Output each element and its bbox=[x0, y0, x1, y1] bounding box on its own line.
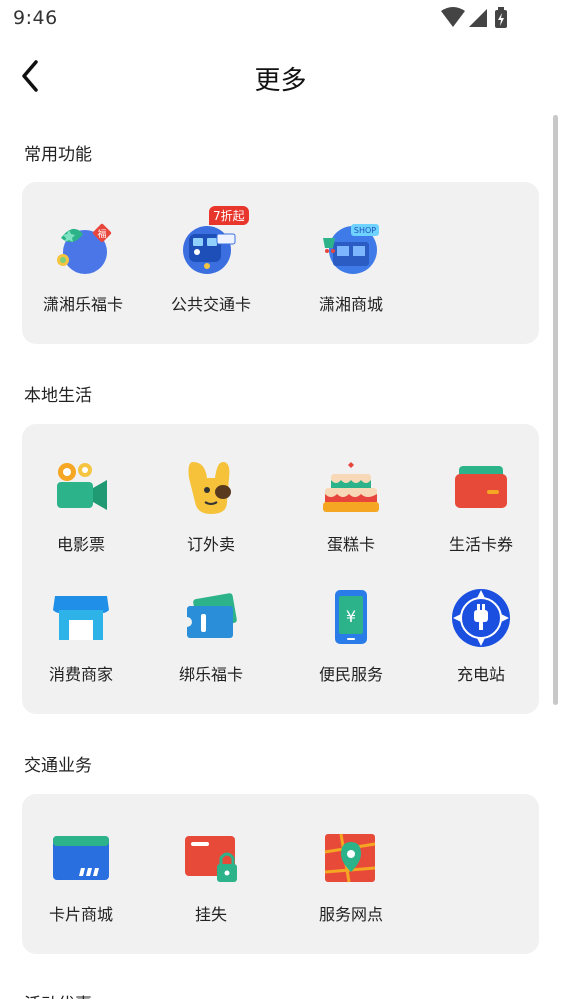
item-label: 便民服务 bbox=[318, 665, 383, 684]
svg-text:¥: ¥ bbox=[346, 607, 356, 626]
section-title-transit: 交通业务 bbox=[24, 756, 92, 776]
item-merchants[interactable]: 消费商家 bbox=[16, 588, 146, 685]
item-label: 潇湘乐福卡 bbox=[42, 295, 123, 314]
battery-icon bbox=[495, 7, 507, 28]
card-shop-icon bbox=[51, 828, 111, 888]
transit-card-icon: 7折起 bbox=[181, 206, 249, 278]
item-charging-station[interactable]: 充电站 bbox=[416, 588, 546, 685]
section-title-promotions: 活动优惠 bbox=[24, 990, 92, 999]
item-life-coupons[interactable]: 生活卡券 bbox=[416, 458, 546, 555]
status-icons bbox=[441, 7, 521, 31]
item-shop[interactable]: SHOP 潇湘商城 bbox=[286, 218, 416, 315]
section-title-common: 常用功能 bbox=[24, 145, 92, 165]
item-bind-lefu-card[interactable]: 绑乐福卡 bbox=[146, 588, 276, 685]
item-movie-ticket[interactable]: 电影票 bbox=[16, 458, 146, 555]
item-card-shop[interactable]: 卡片商城 bbox=[16, 828, 146, 925]
wallet-icon bbox=[451, 458, 511, 518]
section-card-local-life: 电影票 订外卖 蛋糕卡 生活卡券 消费商家 绑乐福卡 ¥ 便民服务 充电站 bbox=[22, 424, 539, 714]
item-label: 服务网点 bbox=[318, 905, 383, 924]
svg-text:SHOP: SHOP bbox=[354, 226, 376, 235]
cake-icon bbox=[321, 458, 381, 518]
svg-text:福: 福 bbox=[97, 228, 106, 240]
card-lock-icon bbox=[181, 828, 241, 888]
item-label: 潇湘商城 bbox=[318, 295, 383, 314]
wifi-icon bbox=[441, 7, 465, 27]
item-label: 绑乐福卡 bbox=[178, 665, 243, 684]
item-convenience-services[interactable]: ¥ 便民服务 bbox=[286, 588, 416, 685]
yuan-phone-icon: ¥ bbox=[321, 588, 381, 648]
item-cake-card[interactable]: 蛋糕卡 bbox=[286, 458, 416, 555]
section-card-transit: 卡片商城 挂失 服务网点 bbox=[22, 794, 539, 954]
item-service-outlets[interactable]: 服务网点 bbox=[286, 828, 416, 925]
item-label: 消费商家 bbox=[48, 665, 113, 684]
map-pin-icon bbox=[321, 828, 381, 888]
storefront-icon bbox=[51, 588, 111, 648]
item-label: 卡片商城 bbox=[48, 905, 113, 924]
item-report-loss[interactable]: 挂失 bbox=[146, 828, 276, 925]
item-label: 生活卡券 bbox=[448, 535, 513, 554]
status-time: 9:46 bbox=[13, 7, 58, 29]
item-takeout[interactable]: 订外卖 bbox=[146, 458, 276, 555]
discount-badge: 7折起 bbox=[209, 206, 249, 225]
section-title-local-life: 本地生活 bbox=[24, 386, 92, 406]
lefu-card-icon: 福 bbox=[53, 218, 113, 278]
header: 更多 bbox=[0, 40, 561, 115]
takeout-mascot-icon bbox=[181, 458, 241, 518]
shop-icon: SHOP bbox=[321, 218, 381, 278]
cellular-signal-icon bbox=[469, 9, 487, 27]
item-label: 电影票 bbox=[56, 535, 105, 554]
item-label: 订外卖 bbox=[186, 535, 235, 554]
bind-card-icon bbox=[181, 588, 241, 648]
item-label: 蛋糕卡 bbox=[326, 535, 375, 554]
page-title: 更多 bbox=[254, 66, 307, 96]
status-bar: 9:46 bbox=[0, 0, 561, 40]
section-card-common: 福 潇湘乐福卡 7折起 公共交通卡 SHOP 潇湘商城 bbox=[22, 182, 539, 344]
item-label: 充电站 bbox=[456, 665, 505, 684]
charging-plug-icon bbox=[451, 588, 511, 648]
item-transit-card[interactable]: 7折起 公共交通卡 bbox=[146, 206, 276, 315]
scrollbar[interactable] bbox=[553, 115, 558, 705]
item-label: 挂失 bbox=[194, 905, 227, 924]
movie-camera-icon bbox=[51, 458, 111, 518]
item-label: 公共交通卡 bbox=[170, 295, 251, 314]
item-lefu-card[interactable]: 福 潇湘乐福卡 bbox=[18, 218, 148, 315]
